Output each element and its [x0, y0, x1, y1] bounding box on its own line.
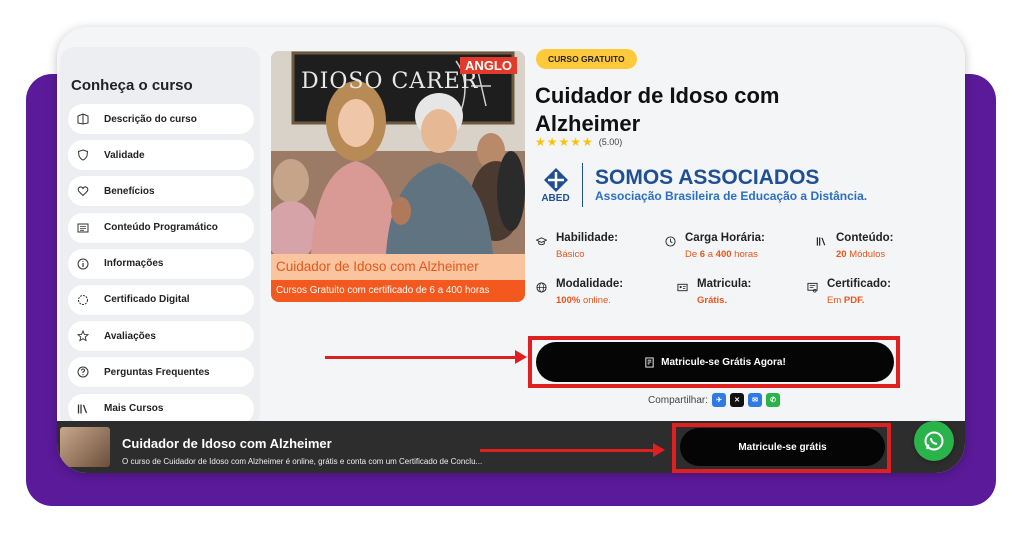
certificate-icon — [76, 293, 90, 307]
info-carga-horaria: Carga Horária: De 6 a 400 horas — [665, 232, 765, 260]
info-habilidade: Habilidade: Básico — [535, 232, 618, 260]
hero-caption-subtitle: Cursos Gratuito com certificado de 6 a 4… — [276, 285, 490, 296]
sidebar-item-label: Avaliações — [104, 330, 156, 342]
course-sidebar: Conheça o curso Descrição do curso Valid… — [60, 47, 260, 427]
books-icon — [816, 232, 830, 260]
course-thumbnail — [60, 427, 110, 467]
info-value: Básico — [556, 249, 585, 260]
sidebar-item-validity[interactable]: Validade — [68, 140, 254, 171]
sidebar-item-label: Certificado Digital — [104, 294, 190, 306]
info-value: Grátis. — [697, 295, 728, 306]
share-whatsapp-button[interactable]: ✆ — [766, 393, 781, 407]
heart-icon — [76, 184, 90, 198]
abed-emblem-icon — [543, 167, 568, 192]
abed-logo: ABED — [537, 163, 583, 207]
share-label: Compartilhar: — [648, 394, 709, 406]
abed-sub-text: Associação Brasileira de Educação a Dist… — [595, 189, 868, 203]
course-card: Conheça o curso Descrição do curso Valid… — [57, 27, 965, 473]
sidebar-item-benefits[interactable]: Benefícios — [68, 176, 254, 207]
sidebar-item-label: Validade — [104, 149, 145, 161]
info-conteudo: Conteúdo: 20 Módulos — [816, 232, 893, 260]
sticky-bar-title: Cuidador de Idoso com Alzheimer — [122, 436, 332, 451]
sidebar-item-label: Descrição do curso — [104, 113, 197, 125]
star-icon — [76, 329, 90, 343]
enroll-button-label: Matricule-se Grátis Agora! — [661, 356, 786, 368]
sidebar-item-label: Benefícios — [104, 185, 155, 197]
free-course-badge: CURSO GRATUITO — [536, 49, 637, 69]
hero-caption: Cuidador de Idoso com Alzheimer Cursos G… — [271, 254, 525, 302]
abed-logo-word: ABED — [541, 192, 570, 204]
books-icon — [76, 402, 90, 416]
info-value: 20 Módulos — [836, 249, 886, 260]
annotation-arrow-sticky — [480, 443, 665, 457]
certificate-icon — [807, 278, 821, 306]
annotation-arrow-cta — [325, 350, 527, 364]
rating-stars: ★★★★★ — [535, 135, 594, 149]
info-modalidade: Modalidade: 100% online. — [536, 278, 623, 306]
sticky-enroll-button[interactable]: Matricule-se grátis — [680, 428, 885, 466]
anglo-logo: ANGLO — [460, 57, 517, 74]
enroll-free-now-button[interactable]: Matricule-se Grátis Agora! — [536, 342, 894, 382]
sidebar-item-label: Perguntas Frequentes — [104, 366, 210, 378]
id-card-icon — [677, 278, 691, 306]
globe-icon — [536, 278, 550, 306]
clock-icon — [665, 232, 679, 260]
book-icon — [76, 112, 90, 126]
sidebar-item-label: Mais Cursos — [104, 403, 164, 414]
sidebar-item-certificate[interactable]: Certificado Digital — [68, 284, 254, 315]
info-value: Em PDF. — [827, 295, 865, 306]
course-hero-image[interactable]: DIOSO CARER ANGLO Cuidador de Idoso com … — [271, 51, 525, 302]
sidebar-item-label: Informações — [104, 258, 164, 270]
info-label: Modalidade: — [556, 278, 624, 290]
abed-text: SOMOS ASSOCIADOS Associação Brasileira d… — [595, 166, 868, 204]
sidebar-item-more-courses[interactable]: Mais Cursos — [68, 393, 254, 424]
email-icon: ✉ — [752, 397, 758, 404]
info-label: Certificado: — [827, 278, 891, 290]
whatsapp-icon: ✆ — [770, 397, 776, 404]
course-title: Cuidador de Idoso com Alzheimer — [535, 83, 780, 136]
screenshot-stage: Conheça o curso Descrição do curso Valid… — [0, 0, 1024, 536]
info-value: 100% online. — [556, 295, 611, 306]
share-email-button[interactable]: ✉ — [748, 393, 763, 407]
sticky-bar-description: O curso de Cuidador de Idoso com Alzheim… — [122, 457, 483, 466]
rating-value: (5.00) — [598, 137, 623, 147]
info-value: De 6 a 400 horas — [685, 249, 758, 260]
sidebar-item-description[interactable]: Descrição do curso — [68, 104, 254, 134]
whatsapp-icon — [924, 431, 944, 451]
list-icon — [76, 221, 90, 235]
shield-icon — [76, 148, 90, 162]
telegram-icon: ✈ — [716, 397, 722, 404]
sidebar-item-label: Conteúdo Programático — [104, 222, 218, 234]
share-x-button[interactable]: ✕ — [730, 393, 745, 407]
abed-association-banner: ABED SOMOS ASSOCIADOS Associação Brasile… — [537, 163, 867, 207]
whatsapp-float-button[interactable] — [914, 421, 954, 461]
sidebar-item-content[interactable]: Conteúdo Programático — [68, 212, 254, 243]
info-certificado: Certificado: Em PDF. — [807, 278, 891, 306]
hero-board-text: DIOSO CARER — [301, 69, 479, 94]
info-label: Matricula: — [697, 278, 752, 290]
info-label: Conteúdo: — [836, 232, 894, 244]
sidebar-item-info[interactable]: Informações — [68, 248, 254, 279]
abed-main-text: SOMOS ASSOCIADOS — [595, 166, 820, 189]
share-telegram-button[interactable]: ✈ — [712, 393, 727, 407]
info-label: Habilidade: — [556, 232, 618, 244]
info-label: Carga Horária: — [685, 232, 765, 244]
info-icon — [76, 257, 90, 271]
enroll-icon — [645, 356, 654, 368]
info-matricula: Matricula: Grátis. — [677, 278, 751, 306]
sticky-enroll-bar: Cuidador de Idoso com Alzheimer O curso … — [57, 421, 965, 473]
sidebar-item-faq[interactable]: Perguntas Frequentes — [68, 357, 254, 388]
course-rating: ★★★★★ (5.00) — [535, 135, 622, 149]
share-row: Compartilhar: ✈ ✕ ✉ ✆ — [648, 393, 781, 407]
x-icon: ✕ — [734, 397, 740, 404]
sidebar-title: Conheça o curso — [71, 77, 193, 94]
sidebar-item-reviews[interactable]: Avaliações — [68, 321, 254, 352]
hero-caption-title: Cuidador de Idoso com Alzheimer — [271, 254, 525, 280]
question-icon — [76, 365, 90, 379]
graduation-cap-icon — [535, 232, 550, 260]
